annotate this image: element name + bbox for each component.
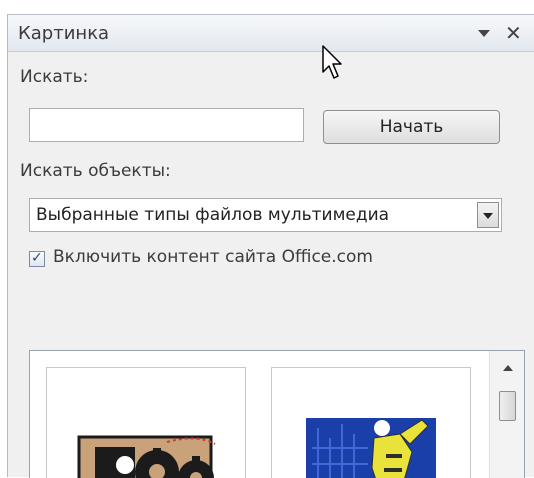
checkmark-icon: ✓ bbox=[31, 250, 43, 266]
pane-title: Картинка bbox=[18, 23, 110, 44]
mouse-pointer-icon bbox=[322, 45, 342, 79]
clip-art-thumbnail[interactable] bbox=[46, 367, 246, 478]
scroll-up-button[interactable] bbox=[498, 359, 518, 379]
pane-options-arrow-icon[interactable] bbox=[478, 30, 490, 37]
select-dropdown-button[interactable] bbox=[477, 202, 499, 228]
chevron-down-icon bbox=[483, 213, 493, 219]
clip-art-thumbnail[interactable] bbox=[271, 367, 471, 478]
pane-title-bar: Картинка ✕ bbox=[8, 15, 534, 52]
scroll-thumb[interactable] bbox=[499, 391, 516, 421]
clip-art-task-pane: Картинка ✕ Искать: Начать Искать объекты… bbox=[7, 14, 534, 478]
media-type-select[interactable]: Выбранные типы файлов мультимедиа bbox=[29, 198, 502, 232]
include-office-checkbox[interactable]: ✓ bbox=[29, 250, 45, 267]
clip-art-results-list bbox=[29, 350, 525, 478]
vertical-scrollbar[interactable] bbox=[489, 351, 524, 478]
search-input[interactable] bbox=[29, 108, 304, 142]
gears-clipart-icon bbox=[77, 435, 216, 478]
media-type-select-value: Выбранные типы файлов мультимедиа bbox=[36, 205, 390, 225]
businessman-city-clipart-icon bbox=[306, 418, 436, 478]
go-button[interactable]: Начать bbox=[323, 110, 500, 144]
include-office-label[interactable]: Включить контент сайта Office.com bbox=[53, 247, 373, 267]
search-label: Искать: bbox=[20, 67, 89, 87]
chevron-up-icon bbox=[503, 365, 513, 371]
close-icon[interactable]: ✕ bbox=[505, 21, 522, 45]
results-filter-label: Искать объекты: bbox=[20, 161, 171, 181]
